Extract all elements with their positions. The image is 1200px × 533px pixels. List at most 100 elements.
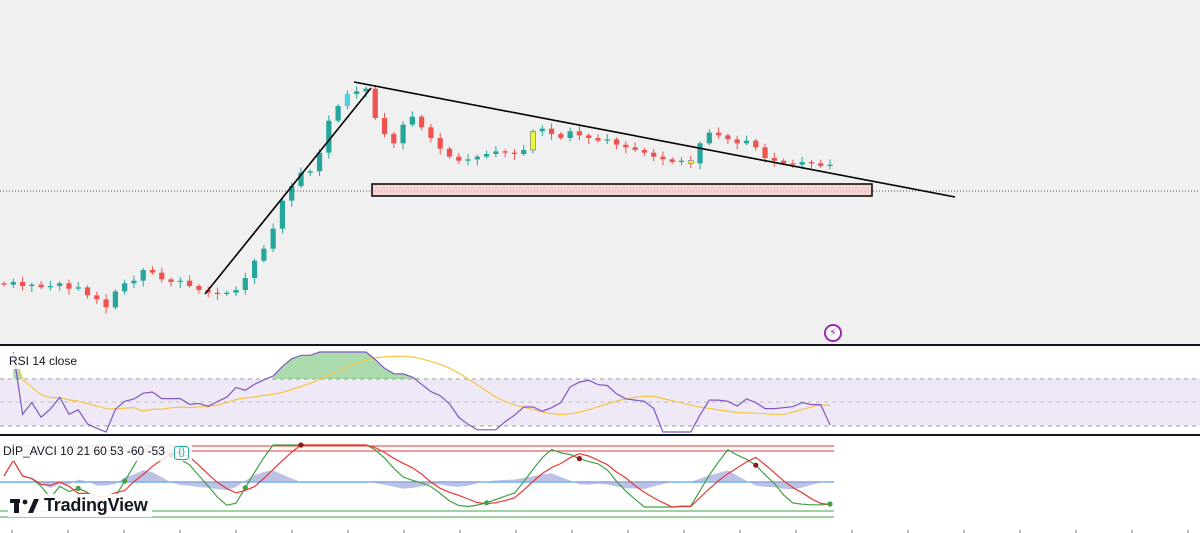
candle-body bbox=[456, 156, 462, 161]
candle-body bbox=[149, 270, 156, 273]
candle-body bbox=[771, 158, 777, 161]
dip-signal-dot bbox=[242, 485, 248, 491]
candle-body bbox=[187, 280, 193, 286]
candle-body bbox=[818, 163, 824, 166]
candle-body bbox=[103, 299, 109, 308]
candle-body bbox=[641, 150, 647, 153]
candle-body bbox=[326, 120, 332, 153]
candle-body bbox=[279, 200, 286, 229]
candle-body bbox=[372, 88, 378, 118]
candle-body bbox=[511, 152, 518, 154]
support-zone-box[interactable] bbox=[371, 183, 873, 197]
candle-body bbox=[242, 278, 248, 290]
candle-body bbox=[493, 151, 499, 154]
candle-body bbox=[623, 144, 629, 148]
candle-body bbox=[57, 283, 63, 286]
candle-body bbox=[112, 291, 118, 308]
candle-body bbox=[734, 139, 740, 144]
candle-body bbox=[446, 148, 453, 157]
candle-body bbox=[316, 152, 323, 172]
candle-body bbox=[827, 164, 833, 166]
candle-body bbox=[502, 151, 508, 153]
dip-signal-dot bbox=[484, 500, 490, 506]
candle-body bbox=[10, 282, 16, 285]
candle-body bbox=[419, 116, 425, 128]
candle-body bbox=[808, 162, 815, 164]
rsi-pane-title[interactable]: RSI 14 close bbox=[6, 353, 81, 369]
dip-title-text: DİP_AVCI 10 21 60 53 -60 -53 bbox=[3, 444, 165, 458]
candle-body bbox=[743, 140, 750, 144]
candle-body bbox=[354, 91, 360, 94]
candle-body bbox=[632, 147, 638, 150]
candle-body bbox=[669, 159, 675, 162]
candle-body bbox=[799, 162, 805, 165]
candle-body bbox=[604, 139, 610, 141]
candle-body bbox=[558, 134, 564, 138]
candle-body bbox=[29, 284, 35, 286]
candle-body bbox=[391, 134, 397, 144]
candle-body bbox=[47, 286, 54, 288]
candle-body bbox=[224, 292, 230, 294]
main-pane[interactable] bbox=[0, 0, 1200, 344]
tradingview-logo-text: TradingView bbox=[44, 495, 148, 515]
candle-body bbox=[131, 280, 137, 284]
candle-body bbox=[678, 160, 685, 162]
candle-body bbox=[687, 160, 694, 164]
candle-body bbox=[465, 159, 471, 161]
candle-body bbox=[474, 156, 480, 160]
candle-body bbox=[159, 272, 165, 280]
candle-body bbox=[94, 295, 100, 300]
candle-body bbox=[251, 260, 258, 278]
flash-icon-button[interactable]: ⚡ bbox=[824, 324, 842, 342]
candle-body bbox=[19, 282, 26, 286]
candle-body bbox=[567, 131, 573, 138]
candle-body bbox=[484, 154, 490, 157]
candle-body bbox=[1, 283, 7, 285]
candle-body bbox=[613, 139, 620, 145]
candle-body bbox=[530, 131, 536, 151]
dip-pane-title[interactable]: DİP_AVCI 10 21 60 53 -60 -53 {} bbox=[0, 443, 192, 461]
candle-body bbox=[539, 128, 545, 132]
dip-signal-dot bbox=[298, 442, 304, 448]
candle-body bbox=[75, 287, 81, 289]
candle-body bbox=[428, 127, 434, 138]
candle-body bbox=[177, 280, 183, 282]
rsi-title-text: RSI 14 close bbox=[9, 354, 78, 368]
candle-body bbox=[84, 287, 91, 296]
candle-body bbox=[697, 143, 703, 164]
candle-body bbox=[344, 94, 350, 106]
candle-body bbox=[521, 150, 527, 154]
dip-signal-dot bbox=[122, 478, 128, 484]
candle-body bbox=[38, 284, 44, 288]
candle-body bbox=[335, 106, 341, 121]
dip-signal-dot bbox=[827, 501, 833, 507]
candle-body bbox=[270, 228, 276, 249]
candle-body bbox=[437, 138, 443, 149]
candle-body bbox=[140, 270, 146, 281]
candle-body bbox=[168, 279, 174, 282]
candle-body bbox=[725, 135, 731, 140]
candle-body bbox=[261, 248, 267, 261]
candle-body bbox=[753, 140, 759, 148]
candle-body bbox=[122, 283, 128, 292]
candle-body bbox=[307, 171, 313, 173]
candle-body bbox=[706, 132, 712, 144]
candle-body bbox=[716, 132, 722, 136]
tradingview-logo[interactable]: TradingView bbox=[8, 494, 152, 517]
candle-body bbox=[214, 292, 221, 294]
candle-body bbox=[196, 286, 202, 290]
candle-body bbox=[762, 147, 768, 158]
candle-body bbox=[66, 283, 72, 289]
tradingview-logo-icon bbox=[10, 498, 39, 513]
candle-body bbox=[790, 163, 796, 165]
indicator-settings-icon[interactable]: {} bbox=[174, 446, 189, 460]
candle-body bbox=[381, 118, 388, 134]
candle-body bbox=[233, 290, 239, 293]
candle-body bbox=[586, 135, 592, 138]
candle-body bbox=[409, 116, 415, 125]
candle-body bbox=[548, 128, 555, 134]
candle-body bbox=[576, 131, 583, 136]
dip-signal-dot bbox=[75, 485, 81, 491]
candle-body bbox=[595, 138, 601, 141]
dip-signal-dot bbox=[576, 456, 583, 462]
